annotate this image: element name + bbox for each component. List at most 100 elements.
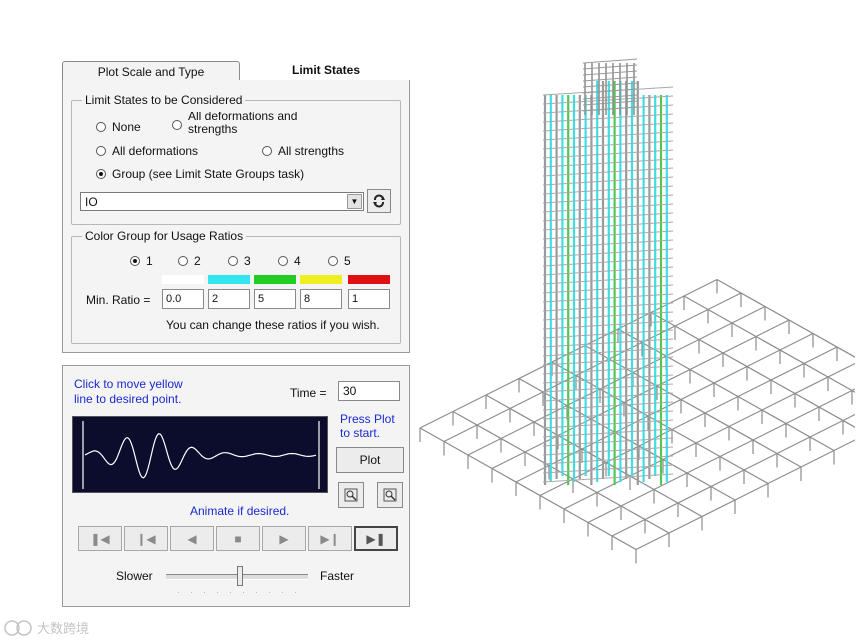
tab-strip: Plot Scale and Type Limit States: [62, 58, 410, 82]
zoom-in-icon: [344, 488, 358, 502]
min-ratio-field-5[interactable]: 1: [348, 289, 390, 309]
radio-circle: [178, 256, 188, 266]
step-back-icon: ❙◀: [136, 531, 156, 546]
crown-beam: [582, 76, 638, 82]
podium-beam: [587, 385, 861, 524]
radio-label: 2: [194, 254, 201, 268]
play-button[interactable]: ▶: [262, 526, 306, 551]
plot-button[interactable]: Plot: [336, 447, 404, 473]
combo-value: IO: [85, 195, 98, 209]
tower-frame: [542, 58, 674, 485]
min-ratio-field-3[interactable]: 5: [254, 289, 296, 309]
color-radio-1[interactable]: 1: [130, 254, 153, 268]
play-icon: ▶: [279, 531, 289, 546]
time-history-plot[interactable]: [72, 416, 328, 493]
crown-beam: [582, 70, 638, 76]
radio-all-deformations-and-strengths[interactable]: All deformations and strengths: [172, 112, 318, 136]
zoom-out-icon: [383, 488, 397, 502]
step-forward-icon: ▶❙: [320, 531, 340, 546]
color-swatch-4: [300, 275, 342, 284]
logo-icon: [4, 619, 32, 636]
skip-to-start-button[interactable]: ❚◀: [78, 526, 122, 551]
step-forward-button[interactable]: ▶❙: [308, 526, 352, 551]
refresh-button[interactable]: [367, 189, 391, 213]
building-3d-model-view[interactable]: [415, 55, 861, 610]
radio-all-strengths[interactable]: All strengths: [262, 144, 344, 158]
crown-beam: [582, 64, 638, 70]
radio-group[interactable]: Group (see Limit State Groups task): [96, 167, 304, 181]
min-ratio-field-4[interactable]: 8: [300, 289, 342, 309]
speed-slider-ticks: [172, 591, 302, 594]
podium-beam: [716, 278, 861, 362]
radio-circle: [278, 256, 288, 266]
tab-plot-scale-and-type[interactable]: Plot Scale and Type: [62, 61, 240, 81]
ratio-hint: You can change these ratios if you wish.: [166, 318, 380, 332]
time-field[interactable]: 30: [338, 381, 400, 401]
min-ratio-field-1[interactable]: 0.0: [162, 289, 204, 309]
tab-label: Limit States: [291, 62, 360, 77]
podium-beam: [635, 436, 861, 551]
zoom-out-button[interactable]: [377, 482, 403, 508]
podium-beam: [683, 295, 861, 397]
watermark-logo: 大数跨境: [4, 618, 89, 637]
crown-beam: [582, 88, 638, 94]
radio-circle: [328, 256, 338, 266]
color-swatch-3: [254, 275, 296, 284]
radio-circle: [96, 122, 106, 132]
radio-label: All strengths: [278, 144, 345, 158]
crown-beam: [582, 82, 638, 88]
color-radio-4[interactable]: 4: [278, 254, 301, 268]
radio-all-deformations[interactable]: All deformations: [96, 144, 198, 158]
color-swatch-2: [208, 275, 250, 284]
radio-circle: [228, 256, 238, 266]
radio-circle: [96, 146, 106, 156]
zoom-in-button[interactable]: [338, 482, 364, 508]
faster-label: Faster: [320, 569, 355, 583]
color-radio-5[interactable]: 5: [328, 254, 351, 268]
play-reverse-button[interactable]: ◀: [170, 526, 214, 551]
radio-label: 3: [244, 254, 251, 268]
play-pause-icon: ▶❚: [366, 531, 386, 546]
refresh-icon: [373, 194, 385, 208]
time-label: Time =: [290, 386, 327, 400]
play-pause-button[interactable]: ▶❚: [354, 526, 398, 551]
animate-hint: Animate if desired.: [190, 504, 290, 518]
color-radio-2[interactable]: 2: [178, 254, 201, 268]
tab-label: Plot Scale and Type: [97, 64, 205, 79]
color-radio-3[interactable]: 3: [228, 254, 251, 268]
building-3d-model: [419, 58, 861, 564]
color-swatch-5: [348, 275, 390, 284]
plot-button-label: Plot: [359, 453, 381, 467]
limit-states-group-title: Limit States to be Considered: [82, 93, 246, 107]
limit-state-group-select[interactable]: IO ▼: [80, 192, 364, 211]
radio-label: All deformations and strengths: [188, 112, 298, 136]
step-back-button[interactable]: ❙◀: [124, 526, 168, 551]
radio-circle-selected: [130, 256, 140, 266]
waveform-graph: [82, 421, 320, 489]
speed-slider-thumb[interactable]: [236, 566, 243, 586]
radio-label: 5: [344, 254, 351, 268]
stop-icon: ■: [234, 531, 242, 546]
crown-beam: [582, 58, 638, 64]
tab-limit-states[interactable]: Limit States: [242, 58, 410, 81]
play-reverse-icon: ◀: [187, 531, 197, 546]
ground-motion-waveform: [84, 433, 317, 479]
radio-label: Group (see Limit State Groups task): [112, 167, 305, 181]
radio-none[interactable]: None: [96, 120, 141, 134]
move-line-instruction: Click to move yellow line to desired poi…: [74, 377, 183, 406]
color-group-title: Color Group for Usage Ratios: [82, 229, 247, 243]
min-ratio-label: Min. Ratio =: [86, 293, 151, 307]
radio-circle-selected: [96, 169, 106, 179]
slower-label: Slower: [116, 569, 153, 583]
radio-label: 1: [146, 254, 153, 268]
radio-label: None: [112, 120, 141, 134]
radio-label: 4: [294, 254, 301, 268]
radio-circle: [172, 120, 182, 130]
watermark-text: 大数跨境: [37, 621, 90, 636]
chevron-down-icon[interactable]: ▼: [347, 194, 362, 209]
radio-circle: [262, 146, 272, 156]
press-plot-hint: Press Plot to start.: [340, 412, 395, 440]
color-swatch-1: [162, 275, 204, 284]
stop-button[interactable]: ■: [216, 526, 260, 551]
min-ratio-field-2[interactable]: 2: [208, 289, 250, 309]
